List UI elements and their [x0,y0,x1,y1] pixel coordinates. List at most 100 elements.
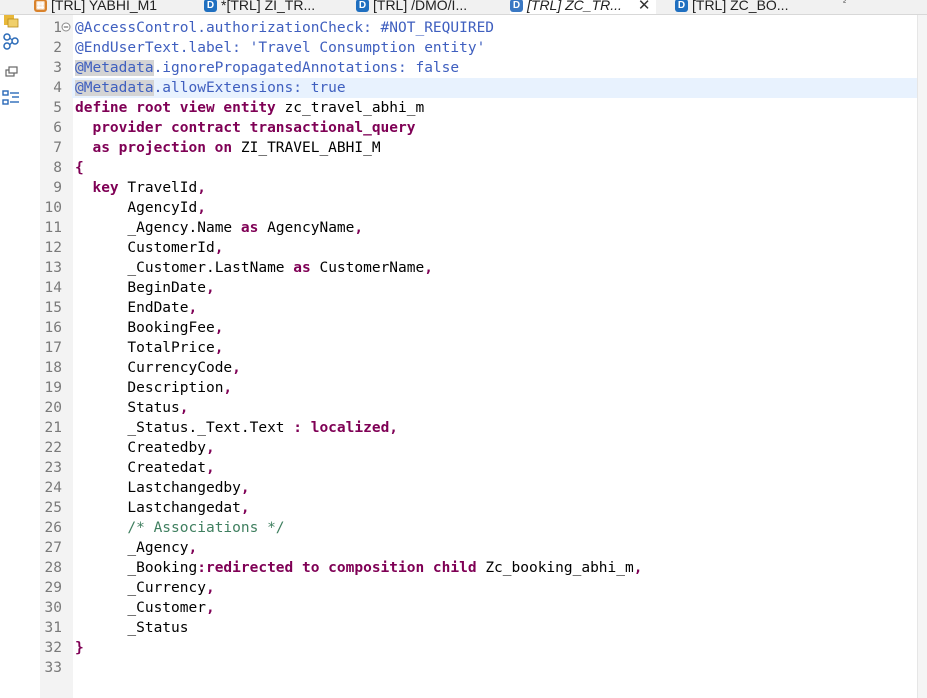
code-line-1: @AccessControl.authorizationCheck: #NOT_… [75,18,917,38]
tab-zi-travel[interactable]: D *[TRL] ZI_TR... [204,0,315,14]
identifier: Status [127,400,180,416]
identifier: _Booking [127,560,198,576]
identifier: Lastchangedat [127,500,241,516]
code-line-30: _Customer, [75,598,917,618]
code-line-5: define root view entity zc_travel_abhi_m [75,98,917,118]
identifier: _Currency [127,580,206,596]
line-number: 7 [53,140,62,156]
code-line-24: Lastchangedby, [75,478,917,498]
line-number: 28 [44,560,62,576]
keyword: provider contract transactional_query [92,120,416,136]
code-line-9: key TravelId, [75,178,917,198]
annotation-occurrence: @Metadata [75,60,154,76]
identifier: zc_travel_abhi_m [275,100,425,116]
comma: , [214,320,224,336]
annotation: .allowExtensions: true [153,80,346,96]
line-number: 24 [44,480,62,496]
tab-dmo-interface[interactable]: D [TRL] /DMO/I... [356,0,467,14]
identifier: TravelId [118,180,198,196]
comma: , [197,180,206,196]
line-number: 3 [53,60,62,76]
keyword: :redirected to composition child [197,560,477,576]
editor-tab-bar: ▦ [TRL] YABHI_M1 D *[TRL] ZI_TR... D [TR… [0,0,927,15]
keyword: as [293,260,311,276]
code-line-16: BookingFee, [75,318,917,338]
code-line-11: _Agency.Name as AgencyName, [75,218,917,238]
side-toolbar [0,15,22,698]
annotation: .ignorePropagatedAnnotations: false [153,60,460,76]
identifier: Createdby [127,440,206,456]
keyword: : localized [293,420,390,436]
line-number: 33 [44,660,62,676]
identifier: CurrencyCode [127,360,233,376]
comma: , [354,220,364,236]
identifier: CustomerId [127,240,215,256]
line-number: 22 [44,440,62,456]
line-number: 21 [44,420,62,436]
identifier: BookingFee [127,320,215,336]
tab-yabhi-m1[interactable]: ▦ [TRL] YABHI_M1 [34,0,157,14]
code-line-31: _Status [75,618,917,638]
code-line-21: _Status._Text.Text : localized, [75,418,917,438]
identifier: TotalPrice [127,340,215,356]
line-number: 2 [53,40,62,56]
keyword: define root view entity [75,100,276,116]
identifier: Createdat [127,460,206,476]
comma: , [205,460,215,476]
line-number: 8 [53,160,62,176]
code-editor[interactable]: @AccessControl.authorizationCheck: #NOT_… [72,18,917,678]
annotation: @EndUserText.label: 'Travel Consumption … [75,40,486,56]
line-number: 30 [44,600,62,616]
ddl-icon: D [675,0,688,12]
outline-icon[interactable] [2,89,20,107]
close-icon[interactable]: ✕ [638,0,651,14]
line-number: 10 [44,200,62,216]
identifier: AgencyName [258,220,355,236]
keyword: as [240,220,259,236]
tab-label: [TRL] ZC_BO... [692,0,789,13]
identifier: _Agency.Name [127,220,241,236]
identifier: BeginDate [127,280,206,296]
line-number: 12 [44,240,62,256]
tab-zc-travel[interactable]: D [TRL] ZC_TR... ✕ [510,0,657,14]
comma: , [205,600,215,616]
line-number: 19 [44,380,62,396]
code-line-10: AgencyId, [75,198,917,218]
code-line-27: _Agency, [75,538,917,558]
line-number: 15 [44,300,62,316]
project-explorer-icon[interactable] [2,11,20,29]
identifier: Description [127,380,224,396]
line-number: 17 [44,340,62,356]
line-number: 25 [44,500,62,516]
code-line-2: @EndUserText.label: 'Travel Consumption … [75,38,917,58]
code-line-32: } [75,638,917,658]
table-icon: ▦ [34,0,47,12]
code-line-7: as projection on ZI_TRAVEL_ABHI_M [75,138,917,158]
line-number: 31 [44,620,62,636]
line-number: 16 [44,320,62,336]
tab-zc-booking[interactable]: D [TRL] ZC_BO... [675,0,788,14]
identifier: EndDate [127,300,189,316]
fold-collapse-icon[interactable] [61,22,71,32]
comma: , [179,400,189,416]
code-line-6: provider contract transactional_query [75,118,917,138]
line-number: 27 [44,540,62,556]
code-line-15: EndDate, [75,298,917,318]
restore-view-icon[interactable] [2,65,20,83]
line-number: 1 [53,20,62,36]
vertical-scrollbar[interactable] [917,15,927,698]
comma: , [188,540,198,556]
identifier: _Customer.LastName [127,260,294,276]
line-number: 5 [53,100,62,116]
code-line-23: Createdat, [75,458,917,478]
dependency-graph-icon[interactable] [2,32,20,50]
identifier: AgencyId [127,200,198,216]
comma: , [389,420,399,436]
ddl-icon: D [356,0,369,12]
tab-overflow-count[interactable]: ² [843,0,846,7]
identifier: _Status._Text.Text [127,420,294,436]
brace: } [75,640,84,656]
identifier: _Agency [127,540,189,556]
tab-label: [TRL] YABHI_M1 [51,0,158,13]
